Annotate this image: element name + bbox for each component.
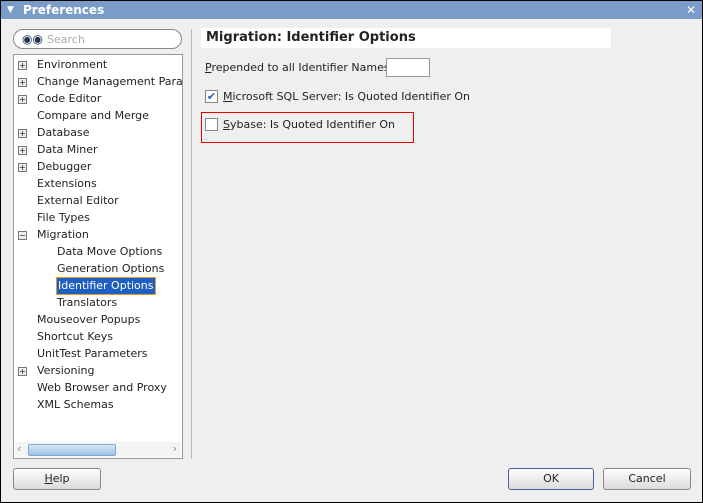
tree-item[interactable]: + Versioning — [14, 363, 182, 379]
mssql-checkbox[interactable]: ✔ — [205, 90, 218, 103]
tree-item[interactable]: Generation Options — [14, 261, 182, 277]
tree-item-label: Mouseover Popups — [37, 313, 141, 326]
expand-icon[interactable]: + — [18, 367, 27, 376]
sybase-checkbox[interactable] — [205, 118, 218, 131]
close-icon[interactable]: ✕ — [686, 1, 696, 19]
scrollbar-thumb[interactable] — [28, 444, 116, 456]
expand-icon[interactable]: + — [18, 61, 27, 70]
tree-item[interactable]: Data Move Options — [14, 244, 182, 260]
page-title: Migration: Identifier Options — [201, 28, 611, 48]
tree-item[interactable]: Translators — [14, 295, 182, 311]
expand-icon[interactable]: + — [18, 163, 27, 172]
tree-item[interactable]: File Types — [14, 210, 182, 226]
tree-item-label: Compare and Merge — [37, 109, 149, 122]
tree-item-label: Data Miner — [37, 143, 98, 156]
tree-item-label: UnitTest Parameters — [37, 347, 148, 360]
tree-item[interactable]: + Change Management Param — [14, 74, 182, 90]
expand-icon[interactable]: + — [18, 129, 27, 138]
search-input[interactable]: ◉◉ Search — [13, 29, 182, 49]
splitter[interactable] — [191, 29, 192, 459]
tree-item-label: Translators — [57, 296, 118, 309]
tree-item[interactable]: Identifier Options — [14, 277, 182, 295]
binoculars-icon: ◉◉ — [22, 32, 43, 46]
tree-item-label: Code Editor — [37, 92, 102, 105]
title-bar: ▼ Preferences ✕ — [1, 1, 702, 19]
tree-item[interactable]: + Environment — [14, 57, 182, 73]
tree-item[interactable]: + Debugger — [14, 159, 182, 175]
window-title: Preferences — [23, 3, 105, 17]
tree-item-label: Generation Options — [57, 262, 165, 275]
prepend-label: Prepended to all Identifier Names — [205, 61, 390, 74]
tree-item-label: File Types — [37, 211, 90, 224]
tree-item-label: Migration — [37, 228, 89, 241]
scroll-right-icon[interactable]: › — [173, 442, 177, 455]
tree-item[interactable]: XML Schemas — [14, 397, 182, 413]
tree-item[interactable]: Web Browser and Proxy — [14, 380, 182, 396]
tree-item-label: Debugger — [37, 160, 92, 173]
tree-item-label: Change Management Param — [37, 75, 183, 88]
tree-item[interactable]: External Editor — [14, 193, 182, 209]
expand-icon[interactable]: + — [18, 95, 27, 104]
window-menu-icon[interactable]: ▼ — [7, 1, 14, 19]
tree-item[interactable]: Mouseover Popups — [14, 312, 182, 328]
horizontal-scrollbar[interactable]: ‹ › — [15, 442, 181, 457]
tree-item-label: XML Schemas — [37, 398, 114, 411]
preferences-dialog: ▼ Preferences ✕ ◉◉ Search ‹ › + Environme… — [0, 0, 703, 503]
expand-icon[interactable]: + — [18, 78, 27, 87]
expand-icon[interactable]: + — [18, 146, 27, 155]
search-placeholder: Search — [47, 33, 85, 46]
help-button[interactable]: Help — [13, 468, 101, 490]
cancel-button[interactable]: Cancel — [603, 468, 691, 490]
ok-button[interactable]: OK — [508, 468, 594, 490]
tree-item[interactable]: Shortcut Keys — [14, 329, 182, 345]
prepend-input[interactable] — [386, 58, 430, 77]
tree-item[interactable]: Extensions — [14, 176, 182, 192]
tree-item[interactable]: − Migration — [14, 227, 182, 243]
tree-item-label: Shortcut Keys — [37, 330, 114, 343]
tree-item-label: Extensions — [37, 177, 97, 190]
tree-item-label: Web Browser and Proxy — [37, 381, 167, 394]
tree-item-label: Environment — [37, 58, 108, 71]
tree-item-label: Identifier Options — [56, 277, 156, 295]
tree-item-label: Versioning — [37, 364, 95, 377]
tree-item[interactable]: + Database — [14, 125, 182, 141]
mssql-label[interactable]: Microsoft SQL Server: Is Quoted Identifi… — [223, 90, 470, 103]
tree-item[interactable]: UnitTest Parameters — [14, 346, 182, 362]
tree-item-label: Database — [37, 126, 90, 139]
scroll-left-icon[interactable]: ‹ — [17, 442, 21, 455]
tree-item[interactable]: + Code Editor — [14, 91, 182, 107]
preferences-tree: ‹ › + Environment + Change Management Param… — [13, 54, 183, 459]
tree-item-label: Data Move Options — [57, 245, 163, 258]
sybase-label[interactable]: Sybase: Is Quoted Identifier On — [223, 118, 395, 131]
collapse-icon[interactable]: − — [18, 231, 27, 240]
tree-item[interactable]: Compare and Merge — [14, 108, 182, 124]
tree-item[interactable]: + Data Miner — [14, 142, 182, 158]
tree-item-label: External Editor — [37, 194, 119, 207]
